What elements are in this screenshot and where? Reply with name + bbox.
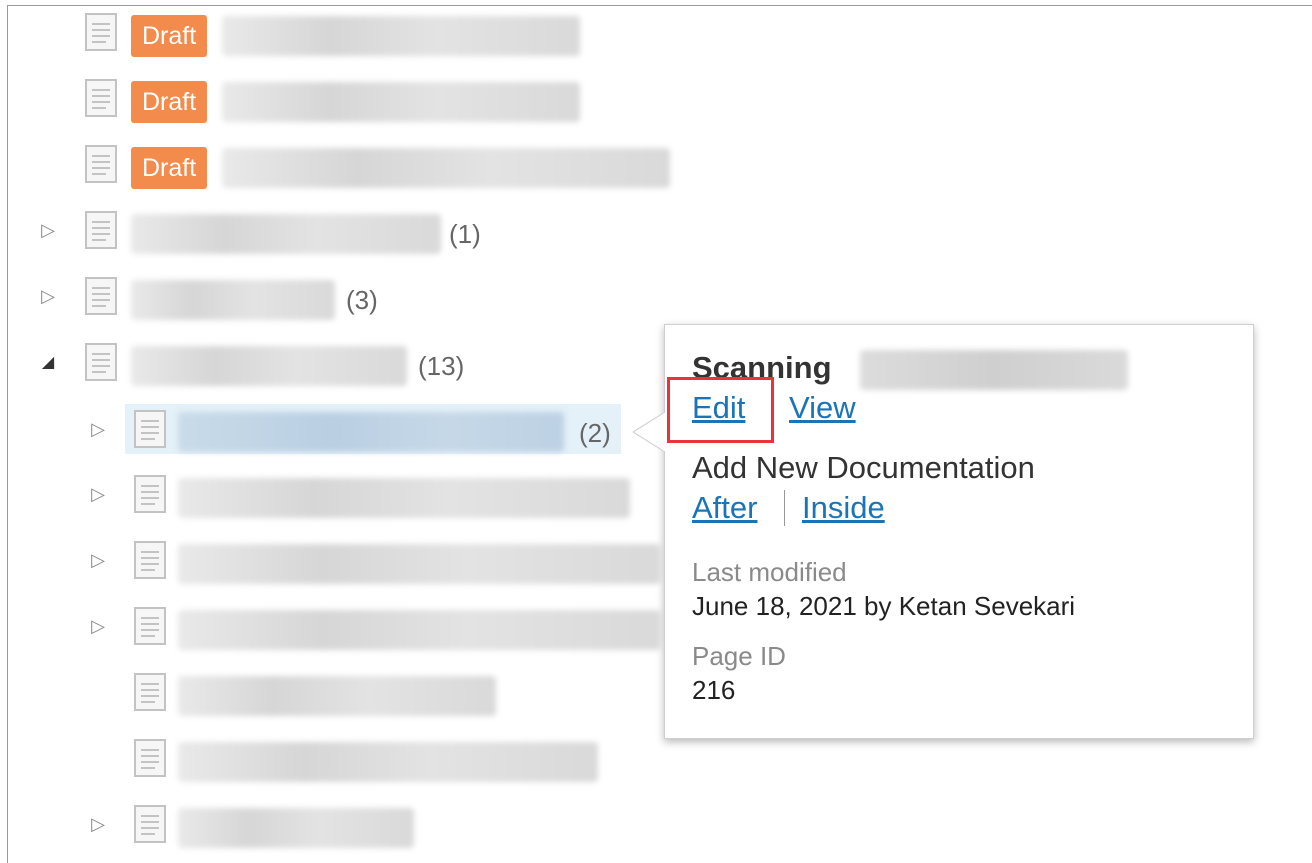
tree-item-title xyxy=(222,82,580,122)
page-id-label: Page ID xyxy=(692,641,786,671)
link-separator xyxy=(784,490,785,526)
tree-item-title xyxy=(178,478,630,518)
page-id-value: 216 xyxy=(692,675,736,705)
child-count: (2) xyxy=(579,418,611,448)
page-icon xyxy=(84,277,118,315)
tree-item-title xyxy=(178,742,598,782)
view-link[interactable]: View xyxy=(789,390,856,426)
child-count: (3) xyxy=(346,285,378,315)
tree-item-title xyxy=(178,808,414,848)
expand-arrow-icon[interactable]: ▷ xyxy=(88,545,108,575)
draft-badge: Draft xyxy=(131,81,208,123)
expand-arrow-icon[interactable]: ▷ xyxy=(38,215,58,245)
tree-item-title xyxy=(222,16,580,56)
tree-item-title xyxy=(222,148,670,188)
draft-badge: Draft xyxy=(131,15,208,57)
page-icon xyxy=(84,13,118,51)
page-icon xyxy=(84,211,118,249)
last-modified-value: June 18, 2021 by Ketan Sevekari xyxy=(692,591,1076,621)
tree-item-title xyxy=(131,280,335,320)
expand-arrow-icon[interactable]: ▷ xyxy=(38,281,58,311)
popover-caret xyxy=(631,411,667,453)
child-count: (13) xyxy=(418,351,465,381)
add-after-link[interactable]: After xyxy=(692,490,757,526)
page-icon xyxy=(133,805,167,843)
draft-badge: Draft xyxy=(131,147,208,189)
expand-arrow-icon[interactable]: ▷ xyxy=(88,611,108,641)
popover-title-redacted xyxy=(860,350,1128,390)
tree-item-title xyxy=(178,544,660,584)
annotation-highlight-box xyxy=(667,377,774,443)
page-icon xyxy=(133,410,167,448)
page-icon xyxy=(84,145,118,183)
page-icon xyxy=(133,475,167,513)
tree-item-title xyxy=(178,412,564,452)
add-new-documentation-label: Add New Documentation xyxy=(692,450,1035,485)
page-icon xyxy=(133,607,167,645)
add-inside-link[interactable]: Inside xyxy=(802,490,885,526)
expand-arrow-icon[interactable]: ▷ xyxy=(88,479,108,509)
expand-arrow-icon[interactable]: ▷ xyxy=(88,809,108,839)
page-icon xyxy=(133,739,167,777)
last-modified-label: Last modified xyxy=(692,557,847,587)
child-count: (1) xyxy=(449,219,481,249)
tree-item-title xyxy=(131,346,407,386)
tree-item-title xyxy=(131,214,441,254)
tree-item-title xyxy=(178,610,660,650)
collapse-arrow-icon[interactable]: ◢ xyxy=(38,347,58,377)
tree-item-title xyxy=(178,676,496,716)
page-icon xyxy=(133,541,167,579)
page-icon xyxy=(84,79,118,117)
page-icon xyxy=(84,343,118,381)
expand-arrow-icon[interactable]: ▷ xyxy=(88,414,108,444)
page-icon xyxy=(133,673,167,711)
